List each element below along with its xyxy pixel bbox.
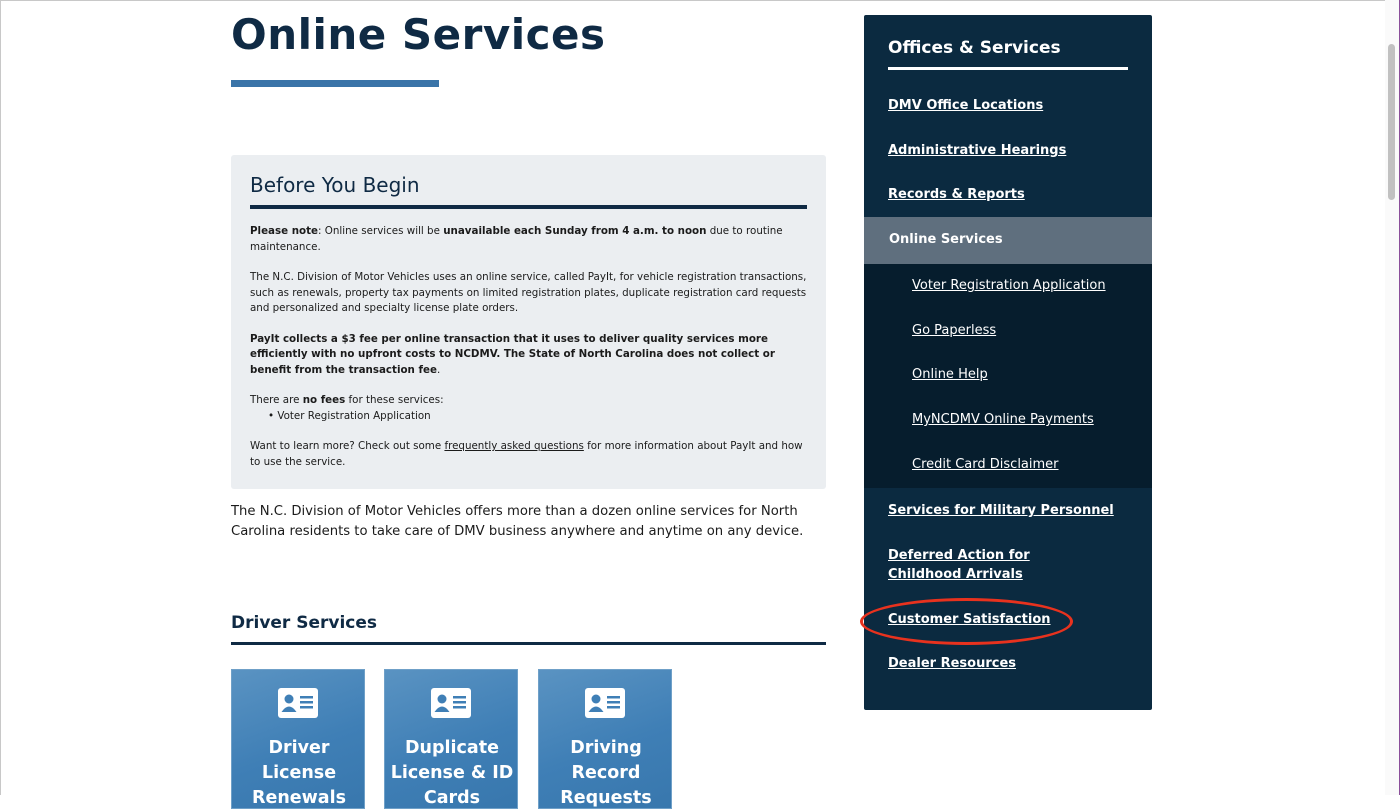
- fee-text: PayIt collects a $3 fee per online trans…: [250, 332, 775, 376]
- sidebar-item-dmv-office-locations[interactable]: DMV Office Locations: [888, 96, 1043, 115]
- notice-title: Before You Begin: [250, 173, 420, 197]
- tile-label: Duplicate License & ID Cards: [390, 738, 514, 808]
- offices-services-sidebar: Offices & Services DMV Office Locations …: [864, 15, 1152, 710]
- window-left-border: [0, 0, 1, 795]
- subnav-item-voter-registration[interactable]: Voter Registration Application: [912, 276, 1106, 295]
- sidebar-divider: [888, 67, 1128, 70]
- notice-paragraph-no-fees: There are no fees for these services:: [250, 393, 810, 409]
- online-services-subnav: Voter Registration Application Go Paperl…: [864, 264, 1152, 488]
- please-note-label: Please note: [250, 225, 319, 237]
- notice-text: : Online services will be: [318, 225, 444, 237]
- scrollbar-thumb[interactable]: [1388, 44, 1395, 200]
- tile-duplicate-license[interactable]: Duplicate License & ID Cards: [384, 669, 518, 809]
- sidebar-item-dealer-resources[interactable]: Dealer Resources: [888, 654, 1016, 673]
- sidebar-item-administrative-hearings[interactable]: Administrative Hearings: [888, 141, 1066, 160]
- sidebar-item-online-services[interactable]: Online Services: [864, 217, 1152, 264]
- sidebar-item-customer-satisfaction[interactable]: Customer Satisfaction: [888, 610, 1051, 629]
- sidebar-item-daca[interactable]: Deferred Action for Childhood Arrivals: [888, 546, 1098, 584]
- title-underline: [231, 80, 439, 87]
- sidebar-title: Offices & Services: [888, 38, 1061, 58]
- notice-text: .: [436, 363, 441, 376]
- id-card-icon: [585, 688, 625, 718]
- sidebar-item-label: Online Services: [889, 232, 1003, 247]
- tile-label: Driver License Renewals: [251, 738, 347, 808]
- tile-driving-record[interactable]: Driving Record Requests: [538, 669, 672, 809]
- notice-body: Please note: Online services will be una…: [250, 224, 810, 485]
- no-fees-text: no fees: [302, 394, 346, 406]
- notice-text: Want to learn more? Check out some: [250, 440, 445, 452]
- driver-services-divider: [231, 642, 826, 645]
- notice-paragraph-downtime: Please note: Online services will be una…: [250, 224, 810, 255]
- notice-paragraph-learn-more: Want to learn more? Check out some frequ…: [250, 439, 810, 470]
- notice-paragraph-fee: PayIt collects a $3 fee per online trans…: [250, 332, 810, 379]
- id-card-icon: [278, 688, 318, 718]
- sidebar-item-records-reports[interactable]: Records & Reports: [888, 185, 1025, 204]
- before-you-begin-panel: Before You Begin Please note: Online ser…: [231, 155, 826, 489]
- subnav-item-credit-card-disclaimer[interactable]: Credit Card Disclaimer: [912, 455, 1059, 474]
- notice-divider: [250, 205, 807, 209]
- tile-label: Driving Record Requests: [560, 738, 652, 808]
- subnav-item-online-help[interactable]: Online Help: [912, 365, 988, 384]
- sidebar-item-military-personnel[interactable]: Services for Military Personnel: [888, 501, 1114, 520]
- downtime-text: unavailable each Sunday from 4 a.m. to n…: [443, 225, 707, 237]
- subnav-item-go-paperless[interactable]: Go Paperless: [912, 321, 996, 340]
- id-card-icon: [431, 688, 471, 718]
- window-top-border: [0, 0, 1400, 1]
- intro-paragraph: The N.C. Division of Motor Vehicles offe…: [231, 504, 804, 539]
- page-title: Online Services: [231, 10, 606, 59]
- subnav-item-myncdmv-payments[interactable]: MyNCDMV Online Payments: [912, 410, 1094, 429]
- notice-text: for these services:: [345, 394, 444, 406]
- driver-services-heading: Driver Services: [231, 613, 378, 633]
- tile-driver-license-renewals[interactable]: Driver License Renewals: [231, 669, 365, 809]
- notice-text: There are: [250, 394, 303, 406]
- vertical-scrollbar[interactable]: [1385, 0, 1399, 795]
- no-fee-service-item: • Voter Registration Application: [268, 409, 431, 422]
- faq-link[interactable]: frequently asked questions: [444, 440, 583, 452]
- notice-paragraph-payit: The N.C. Division of Motor Vehicles uses…: [250, 271, 807, 314]
